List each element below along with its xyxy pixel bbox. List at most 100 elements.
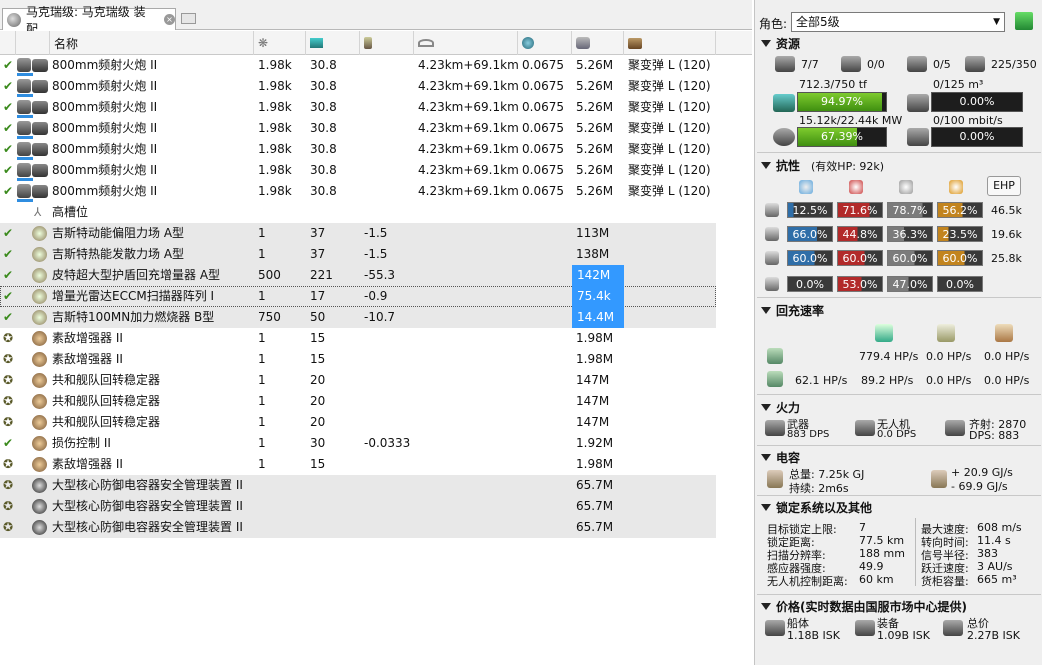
cell-c2: 30.8 (310, 79, 337, 93)
table-row[interactable]: ✔ 800mm频射火炮 II 1.98k 30.8 4.23km+69.1km 0.067… (0, 160, 716, 181)
cell-c2: 37 (310, 247, 326, 261)
turret-icon (775, 56, 795, 72)
mid-slot-module-icon (32, 226, 47, 241)
table-row[interactable]: ✔ 800mm频射火炮 II 1.98k 30.8 4.23km+69.1km 0.067… (0, 139, 716, 160)
passive-state-icon[interactable]: ✪ (3, 454, 13, 475)
cell-c3: -10.7 (364, 310, 396, 324)
online-check-icon[interactable]: ✔ (3, 76, 13, 97)
cell-name: 吉斯特动能偏阻力场 A型 (52, 226, 185, 240)
table-row[interactable]: ✔ 800mm频射火炮 II 1.98k 30.8 4.23km+69.1km 0.067… (0, 76, 716, 97)
online-check-icon[interactable]: ✔ (3, 265, 13, 286)
cell-c6: 1.98M (576, 331, 614, 345)
col-state[interactable] (0, 31, 16, 55)
capacitor-plus: + 20.9 GJ/s (951, 466, 1013, 479)
passive-state-icon[interactable]: ✪ (3, 517, 13, 538)
table-row[interactable]: ✪ 素敌增强器 II 1 15 1.98M (0, 328, 716, 349)
table-row[interactable]: ✔ 吉斯特100MN加力燃烧器 B型 750 50 -10.7 14.4M (0, 307, 716, 328)
table-row[interactable]: ✪ 共和舰队回转稳定器 1 20 147M (0, 370, 716, 391)
table-row[interactable]: ✔ 损伤控制 II 1 30 -0.0333 1.92M (0, 433, 716, 454)
table-row[interactable]: ✔ 吉斯特热能发散力场 A型 1 37 -1.5 138M (0, 244, 716, 265)
cell-name: 大型核心防御电容器安全管理装置 II (52, 499, 243, 513)
resources-header[interactable]: 资源 (761, 35, 800, 52)
price-header[interactable]: 价格(实时数据由国服市场中心提供) (761, 598, 967, 615)
firepower-header[interactable]: 火力 (761, 399, 800, 416)
stat-value: 60 km (859, 573, 894, 586)
col-cpu[interactable]: ❋ (254, 31, 306, 55)
low-slot-module-icon (32, 373, 47, 388)
table-row[interactable]: ✔ 800mm频射火炮 II 1.98k 30.8 4.23km+69.1km 0.067… (0, 181, 716, 202)
cell-c6: 113M (576, 226, 610, 240)
recharge-title: 回充速率 (776, 304, 825, 318)
col-icon[interactable] (16, 31, 50, 55)
ehp-summary: (有效HP: 92k) (811, 159, 885, 173)
table-row[interactable]: ✪ 共和舰队回转稳定器 1 20 147M (0, 412, 716, 433)
online-check-icon[interactable]: ✔ (3, 160, 13, 181)
new-tab-icon[interactable] (181, 13, 196, 24)
table-row[interactable]: ✔ 800mm频射火炮 II 1.98k 30.8 4.23km+69.1km 0.067… (0, 97, 716, 118)
cell-c2: 30.8 (310, 184, 337, 198)
col-range[interactable] (414, 31, 518, 55)
online-check-icon[interactable]: ✔ (3, 139, 13, 160)
online-check-icon[interactable]: ✔ (3, 118, 13, 139)
cell-name: 800mm频射火炮 II (52, 79, 158, 93)
table-row[interactable]: ✔ 增量光雷达ECCM扫描器阵列 I 1 17 -0.9 75.4k (0, 286, 716, 307)
table-row[interactable]: ⅄ 高槽位 (0, 202, 716, 223)
col-price[interactable] (572, 31, 624, 55)
online-check-icon[interactable]: ✔ (3, 223, 13, 244)
turret-module-icon (17, 121, 48, 139)
close-icon[interactable]: × (164, 14, 175, 25)
passive-state-icon[interactable]: ✪ (3, 370, 13, 391)
cell-c4: 4.23km+69.1km (418, 58, 519, 72)
passive-state-icon[interactable]: ✪ (3, 349, 13, 370)
table-row[interactable]: ✔ 皮特超大型护盾回充增量器 A型 500 221 -55.3 142M (0, 265, 716, 286)
online-check-icon[interactable]: ✔ (3, 307, 13, 328)
passive-state-icon[interactable]: ✪ (3, 496, 13, 517)
stat-value: 3 AU/s (977, 560, 1013, 573)
export-icon[interactable] (1015, 12, 1033, 30)
collapse-icon (761, 404, 771, 411)
table-row[interactable]: ✪ 共和舰队回转稳定器 1 20 147M (0, 391, 716, 412)
online-check-icon[interactable]: ✔ (3, 181, 13, 202)
thermal-icon (849, 180, 863, 194)
col-charge[interactable] (624, 31, 716, 55)
ehp-button[interactable]: EHP (987, 176, 1021, 196)
powergrid-col-icon (310, 38, 323, 48)
fit-tab[interactable]: 马克瑞级: 马克瑞级 装配 × (2, 5, 176, 36)
cell-c2: 221 (310, 268, 333, 282)
col-speed[interactable] (518, 31, 572, 55)
table-row[interactable]: ✪ 大型核心防御电容器安全管理装置 II 65.7M (0, 517, 716, 538)
col-pg[interactable] (306, 31, 360, 55)
cell-c6: 147M (576, 373, 610, 387)
table-row[interactable]: ✔ 800mm频射火炮 II 1.98k 30.8 4.23km+69.1km 0.067… (0, 118, 716, 139)
table-row[interactable]: ✪ 素敌增强器 II 1 15 1.98M (0, 454, 716, 475)
online-check-icon[interactable]: ✔ (3, 55, 13, 76)
cell-c4: 4.23km+69.1km (418, 100, 519, 114)
table-row[interactable]: ✔ 吉斯特动能偏阻力场 A型 1 37 -1.5 113M (0, 223, 716, 244)
resist-value: 0.0% (937, 276, 983, 292)
online-check-icon[interactable]: ✔ (3, 97, 13, 118)
resists-header[interactable]: 抗性 (有效HP: 92k) (761, 157, 884, 174)
low-slot-module-icon (32, 394, 47, 409)
passive-state-icon[interactable]: ✪ (3, 412, 13, 433)
passive-state-icon[interactable]: ✪ (3, 328, 13, 349)
character-select[interactable]: 全部5级 ▼ (791, 12, 1005, 32)
stat-value: 608 m/s (977, 521, 1022, 534)
col-name[interactable]: 名称 (50, 31, 254, 55)
table-row[interactable]: ✔ 800mm频射火炮 II 1.98k 30.8 4.23km+69.1km 0.067… (0, 55, 716, 76)
online-check-icon[interactable]: ✔ (3, 244, 13, 265)
capacitor-delta-icon (931, 470, 947, 488)
table-row[interactable]: ✪ 素敌增强器 II 1 15 1.98M (0, 349, 716, 370)
passive-state-icon[interactable]: ✪ (3, 391, 13, 412)
table-row[interactable]: ✪ 大型核心防御电容器安全管理装置 II 65.7M (0, 475, 716, 496)
online-check-icon[interactable]: ✔ (3, 433, 13, 454)
col-cap[interactable] (360, 31, 414, 55)
online-check-icon[interactable]: ✔ (3, 286, 13, 307)
recharge-header[interactable]: 回充速率 (761, 302, 824, 319)
powergrid-bar: 67.39% (797, 127, 887, 147)
passive-state-icon[interactable]: ✪ (3, 475, 13, 496)
targeting-header[interactable]: 锁定系统以及其他 (761, 499, 872, 516)
shield-boost-icon (875, 324, 893, 342)
table-row[interactable]: ✪ 大型核心防御电容器安全管理装置 II 65.7M (0, 496, 716, 517)
resist-value: 56.2% (937, 202, 983, 218)
capacitor-header[interactable]: 电容 (761, 449, 800, 466)
